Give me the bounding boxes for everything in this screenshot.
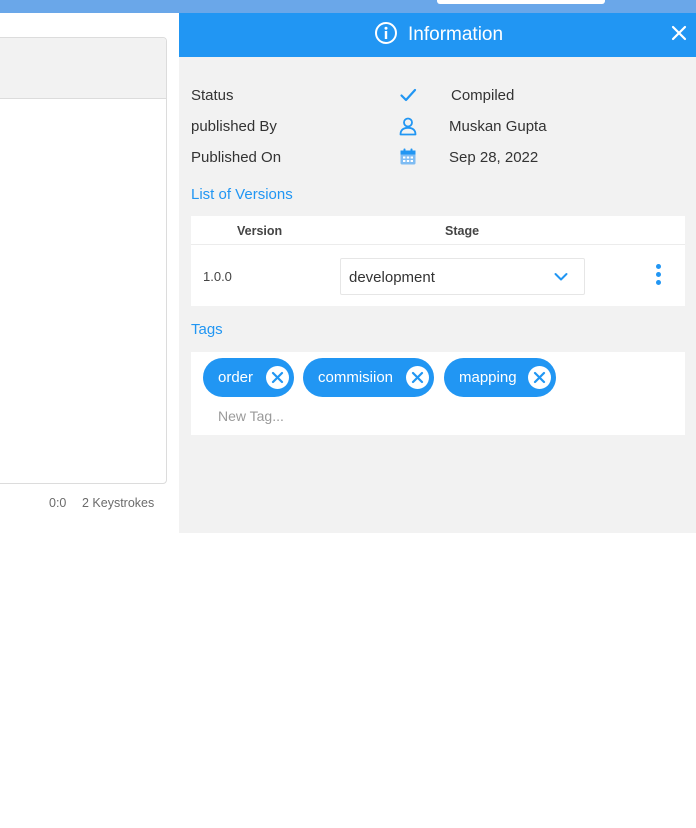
editor-status-bar: 0:0 2 Keystrokes: [0, 496, 166, 512]
remove-tag-icon[interactable]: [406, 366, 429, 389]
stage-select-value: development: [349, 269, 435, 286]
tag-label: mapping: [459, 369, 517, 386]
published-on-value: Sep 28, 2022: [449, 149, 539, 166]
tags-section-title: Tags: [191, 321, 223, 338]
panel-title: Information: [408, 24, 504, 45]
versions-table: Version Stage 1.0.0 development: [191, 216, 685, 306]
tag-chip: commisiion: [303, 358, 434, 397]
status-label: Status: [191, 87, 234, 104]
new-tag-input[interactable]: [218, 406, 418, 426]
code-editor-pane[interactable]: [0, 37, 167, 484]
information-panel: Information Status Compiled published By…: [179, 13, 696, 533]
close-icon[interactable]: [670, 21, 688, 45]
keystroke-count: 2 Keystrokes: [82, 496, 155, 510]
more-options-icon[interactable]: [649, 263, 667, 289]
user-icon: [398, 116, 418, 136]
versions-section-title: List of Versions: [191, 186, 293, 203]
tag-label: order: [218, 369, 254, 386]
status-row: Status Compiled: [191, 85, 691, 107]
tag-label: commisiion: [318, 369, 394, 386]
published-by-label: published By: [191, 118, 277, 135]
column-header-stage: Stage: [445, 224, 480, 238]
remove-tag-icon[interactable]: [266, 366, 289, 389]
panel-header: Information: [179, 13, 696, 57]
tag-chip: mapping: [444, 358, 556, 397]
tag-chip: order: [203, 358, 294, 397]
status-value: Compiled: [451, 87, 515, 104]
tags-container: order commisiion mapping: [191, 352, 685, 435]
app-top-bar: [0, 0, 696, 13]
top-search-field[interactable]: [437, 0, 605, 4]
version-number: 1.0.0: [203, 269, 232, 284]
published-by-row: published By Muskan Gupta: [191, 116, 691, 138]
remove-tag-icon[interactable]: [528, 366, 551, 389]
column-header-version: Version: [237, 224, 283, 238]
stage-select[interactable]: development: [340, 258, 585, 295]
published-on-label: Published On: [191, 149, 282, 166]
published-on-row: Published On Sep 28, 2022: [191, 147, 691, 169]
check-icon: [398, 85, 418, 105]
table-row: 1.0.0 development: [191, 246, 685, 306]
chevron-down-icon: [554, 270, 568, 284]
published-by-value: Muskan Gupta: [449, 118, 547, 135]
versions-table-header: Version Stage: [191, 216, 685, 245]
cursor-position: 0:0: [49, 496, 67, 510]
info-icon: [374, 21, 398, 50]
editor-toolbar: [0, 38, 166, 99]
calendar-icon: [398, 147, 418, 167]
panel-title-group: Information: [374, 21, 504, 50]
